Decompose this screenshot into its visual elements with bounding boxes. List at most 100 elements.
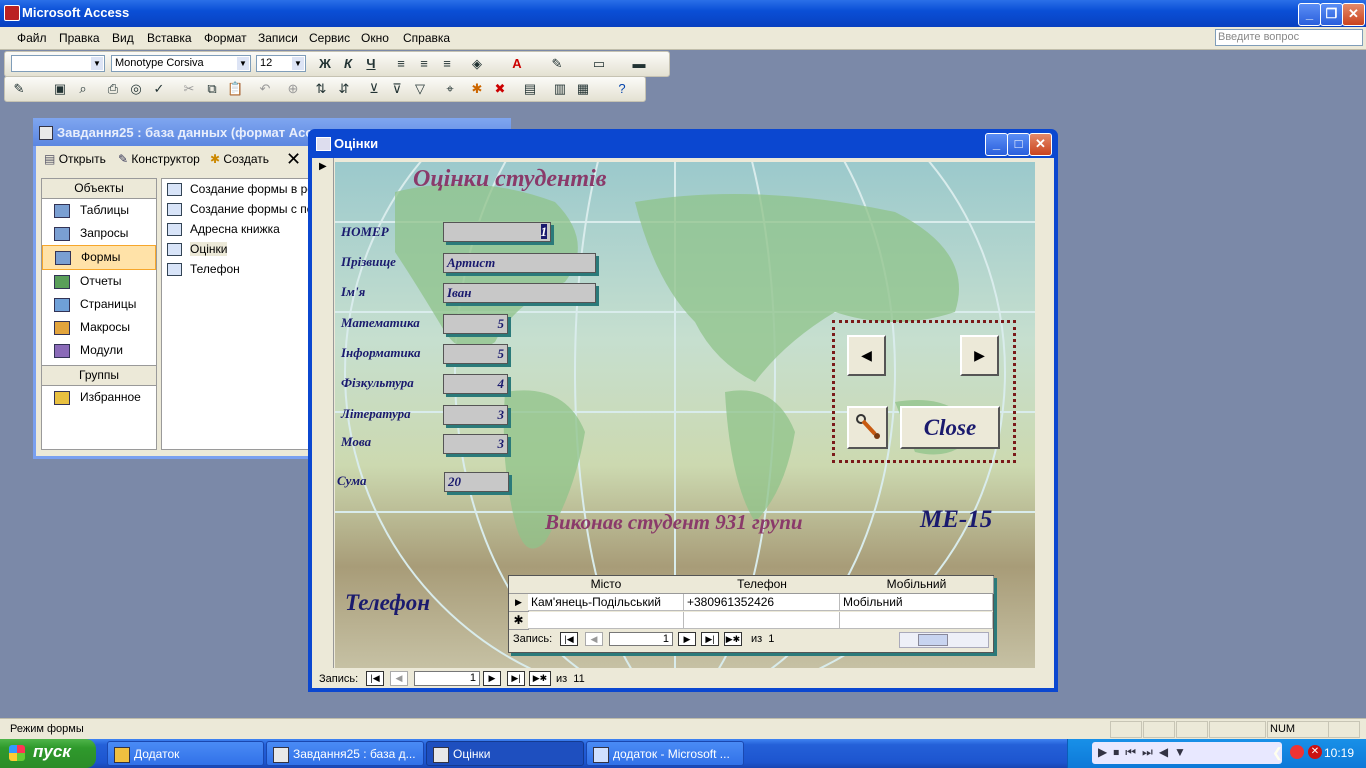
- db-delete-icon[interactable]: ✕: [286, 149, 301, 170]
- groups-header[interactable]: Группы: [42, 365, 156, 386]
- print-icon[interactable]: ⎙: [105, 81, 121, 97]
- objects-header[interactable]: Объекты: [42, 179, 156, 199]
- taskbar-item-grades[interactable]: Оцінки: [426, 741, 584, 766]
- field-informatics[interactable]: 5: [443, 344, 508, 364]
- paste-icon[interactable]: 📋: [227, 81, 243, 97]
- subform-record-number[interactable]: 1: [609, 632, 673, 646]
- nav-pages[interactable]: Страницы: [42, 293, 156, 316]
- prev-record-button[interactable]: ◀: [847, 335, 886, 376]
- fill-color-icon[interactable]: ◈: [469, 56, 485, 72]
- align-left-icon[interactable]: ≡: [393, 56, 409, 72]
- menu-format[interactable]: Формат: [204, 31, 247, 45]
- new-record-icon[interactable]: ✱: [469, 81, 485, 97]
- table-cell-mobile[interactable]: Мобільний: [840, 594, 993, 611]
- copy-icon[interactable]: ⧉: [204, 81, 220, 97]
- db-open-button[interactable]: ▤ Открыть: [44, 152, 106, 166]
- column-header-city[interactable]: Місто: [528, 576, 685, 594]
- subform-next-record-button[interactable]: ▶: [678, 632, 696, 646]
- column-header-mobile[interactable]: Мобільний: [840, 576, 994, 594]
- underline-button[interactable]: Ч: [363, 56, 379, 72]
- subform-hscrollbar[interactable]: [899, 632, 989, 648]
- new-record-button[interactable]: ▶✱: [529, 671, 551, 686]
- print-preview-icon[interactable]: ◎: [128, 81, 144, 97]
- nav-favorites[interactable]: Избранное: [42, 386, 156, 409]
- menu-tools[interactable]: Сервис: [309, 31, 350, 45]
- close-form-button[interactable]: Close: [900, 406, 1000, 449]
- menu-help[interactable]: Справка: [403, 31, 450, 45]
- nav-macros[interactable]: Макросы: [42, 316, 156, 339]
- next-record-nav-button[interactable]: ▶: [483, 671, 501, 686]
- prev-record-nav-button[interactable]: ◀: [390, 671, 408, 686]
- properties-icon[interactable]: ▤: [522, 81, 538, 97]
- taskbar-item-word[interactable]: додаток - Microsoft ...: [586, 741, 744, 766]
- cut-icon[interactable]: ✂: [181, 81, 197, 97]
- row-selector-new[interactable]: ✱: [509, 612, 529, 630]
- border-width-icon[interactable]: ▭: [591, 56, 607, 72]
- bold-button[interactable]: Ж: [317, 56, 333, 72]
- sort-ascending-icon[interactable]: ⇅: [313, 81, 329, 97]
- record-selector[interactable]: ▶: [312, 158, 334, 668]
- form-close-button[interactable]: ✕: [1029, 133, 1052, 156]
- new-object-icon[interactable]: ▦: [575, 81, 591, 97]
- spelling-icon[interactable]: ✓: [151, 81, 167, 97]
- nav-tables[interactable]: Таблицы: [42, 199, 156, 222]
- field-surname[interactable]: Артист: [443, 253, 596, 273]
- minimize-button[interactable]: _: [1298, 3, 1321, 26]
- apply-filter-icon[interactable]: ▽: [412, 81, 428, 97]
- menu-window[interactable]: Окно: [361, 31, 389, 45]
- save-icon[interactable]: ▣: [52, 81, 68, 97]
- edit-button[interactable]: [847, 406, 888, 449]
- db-create-button[interactable]: ✱ Создать: [210, 152, 269, 166]
- form-minimize-button[interactable]: _: [985, 133, 1008, 156]
- record-number-input[interactable]: 1: [414, 671, 480, 686]
- help-icon[interactable]: ?: [614, 81, 630, 97]
- database-window-icon[interactable]: ▥: [552, 81, 568, 97]
- menu-view[interactable]: Вид: [112, 31, 134, 45]
- table-cell-new[interactable]: [684, 612, 840, 629]
- subform-last-record-button[interactable]: ▶|: [701, 632, 719, 646]
- object-combo[interactable]: ▼: [11, 55, 105, 72]
- nav-queries[interactable]: Запросы: [42, 222, 156, 245]
- field-pe[interactable]: 4: [443, 374, 508, 394]
- line-color-icon[interactable]: ✎: [549, 56, 565, 72]
- nav-reports[interactable]: Отчеты: [42, 270, 156, 293]
- next-record-button[interactable]: ▶: [960, 335, 999, 376]
- search-icon[interactable]: ⌕: [75, 81, 91, 97]
- list-item[interactable]: Адресна книжка: [162, 219, 312, 239]
- filter-by-selection-icon[interactable]: ⊻: [366, 81, 382, 97]
- field-number[interactable]: 1: [443, 222, 551, 242]
- table-cell-new[interactable]: [840, 612, 993, 629]
- sort-descending-icon[interactable]: ⇵: [336, 81, 352, 97]
- delete-record-icon[interactable]: ✖: [492, 81, 508, 97]
- row-selector-current[interactable]: ▶: [509, 594, 529, 612]
- db-design-button[interactable]: ✎ Конструктор: [118, 152, 200, 166]
- field-language[interactable]: 3: [443, 434, 508, 454]
- filter-by-form-icon[interactable]: ⊽: [389, 81, 405, 97]
- subform-new-record-button[interactable]: ▶✱: [724, 632, 742, 646]
- start-button[interactable]: пуск: [0, 739, 96, 768]
- list-item[interactable]: Создание формы с пом: [162, 199, 312, 219]
- italic-button[interactable]: К: [340, 56, 356, 72]
- close-button[interactable]: ✕: [1342, 3, 1365, 26]
- table-cell-city[interactable]: Кам'янець-Подільський: [528, 594, 684, 611]
- menu-edit[interactable]: Правка: [59, 31, 100, 45]
- subform-prev-record-button[interactable]: ◀: [585, 632, 603, 646]
- field-sum[interactable]: 20: [444, 472, 509, 492]
- menu-file[interactable]: Файл: [17, 31, 47, 45]
- font-combo[interactable]: Monotype Corsiva ▼: [111, 55, 251, 72]
- nav-modules[interactable]: Модули: [42, 339, 156, 362]
- menu-insert[interactable]: Вставка: [147, 31, 192, 45]
- list-item[interactable]: Телефон: [162, 259, 312, 279]
- table-cell-phone[interactable]: +380961352426: [684, 594, 840, 611]
- subform-corner[interactable]: [509, 576, 529, 594]
- first-record-button[interactable]: |◀: [366, 671, 384, 686]
- opera-icon[interactable]: [1290, 745, 1304, 759]
- list-item[interactable]: Создание формы в реж: [162, 179, 312, 199]
- list-item[interactable]: Оцінки: [162, 239, 312, 259]
- view-icon[interactable]: ✎: [11, 81, 27, 97]
- form-window-title-bar[interactable]: Оцінки _ □ ✕: [308, 129, 1058, 158]
- table-cell-new[interactable]: [528, 612, 684, 629]
- ask-question-input[interactable]: Введите вопрос: [1215, 29, 1363, 46]
- form-maximize-button[interactable]: □: [1007, 133, 1030, 156]
- subform-first-record-button[interactable]: |◀: [560, 632, 578, 646]
